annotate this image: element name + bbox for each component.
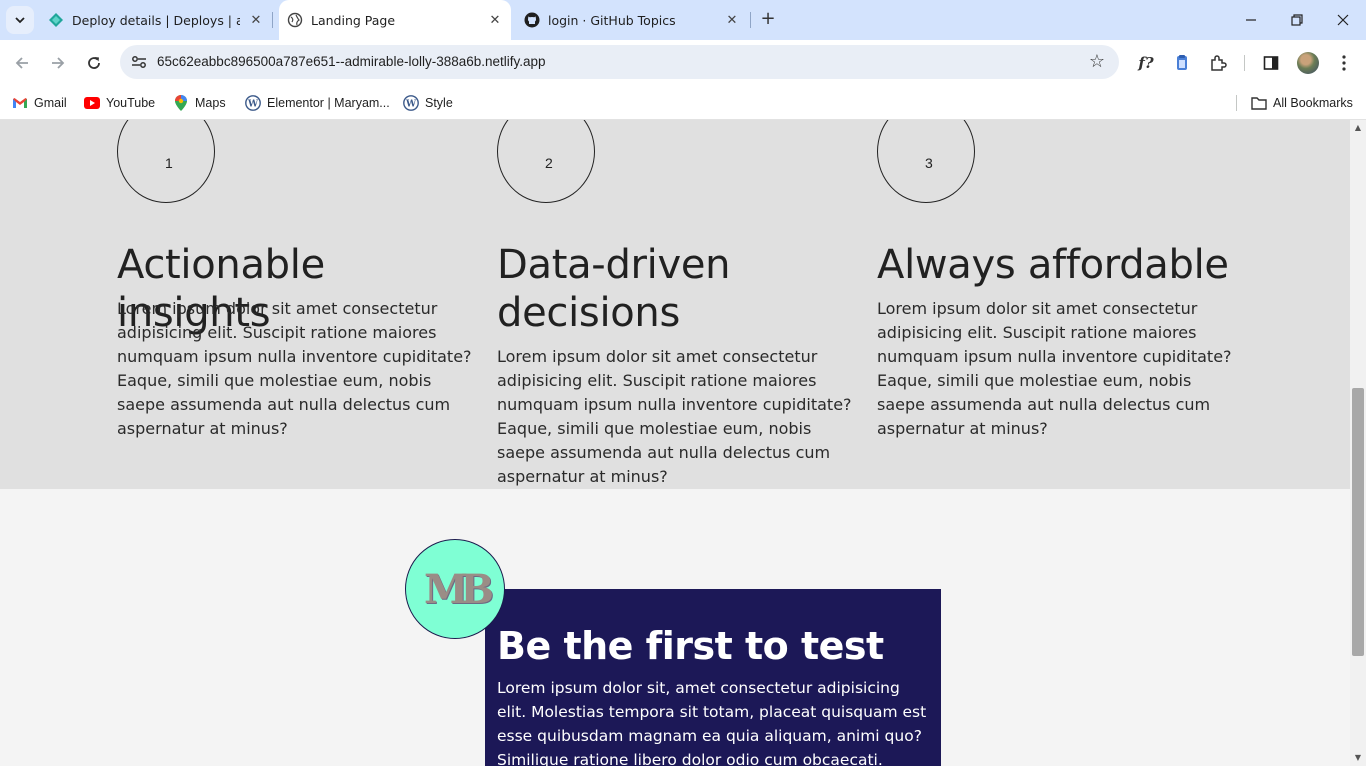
bookmark-label: YouTube xyxy=(106,96,156,110)
step-number: 3 xyxy=(925,155,933,171)
tab-divider xyxy=(272,12,273,28)
restore-button[interactable] xyxy=(1285,8,1309,32)
globe-icon xyxy=(287,12,303,28)
step-number: 2 xyxy=(545,155,553,171)
close-icon xyxy=(1337,14,1349,26)
reload-icon xyxy=(88,57,100,69)
scroll-down-arrow-icon[interactable]: ▼ xyxy=(1354,754,1362,762)
logo-text: MB xyxy=(423,565,494,613)
close-icon[interactable]: ✕ xyxy=(487,12,503,28)
feature-text: Lorem ipsum dolor sit amet consectetur a… xyxy=(497,347,852,486)
wordpress-icon: W xyxy=(245,95,261,111)
features-section: 1 Actionable insights Lorem ipsum dolor … xyxy=(0,120,1350,489)
bookmark-elementor[interactable]: W Elementor | Maryam... xyxy=(245,93,390,113)
new-tab-button[interactable]: + xyxy=(758,10,778,30)
scroll-thumb[interactable] xyxy=(1352,388,1364,656)
github-icon xyxy=(524,12,540,28)
bookmarks-bar: Gmail YouTube Maps W Elementor | Maryam.… xyxy=(0,86,1366,120)
tab-title: Deploy details | Deploys | admi xyxy=(72,12,240,28)
plus-icon: + xyxy=(760,8,776,29)
restore-icon xyxy=(1291,14,1303,26)
svg-text:W: W xyxy=(247,100,259,110)
tab-github-topics[interactable]: login · GitHub Topics ✕ xyxy=(516,0,748,40)
tab-title: login · GitHub Topics xyxy=(548,12,676,28)
chevron-down-icon xyxy=(15,17,25,24)
formula-extension-icon[interactable]: f? xyxy=(1135,52,1157,74)
site-info-icon[interactable] xyxy=(130,53,148,71)
minimize-button[interactable] xyxy=(1239,8,1263,32)
youtube-icon xyxy=(84,95,100,111)
reload-button[interactable] xyxy=(83,52,105,74)
svg-text:W: W xyxy=(405,100,417,110)
scroll-up-arrow-icon[interactable]: ▲ xyxy=(1354,124,1362,132)
clipboard-extension-icon[interactable] xyxy=(1171,52,1193,74)
bookmark-label: Maps xyxy=(195,96,226,110)
arrow-right-icon xyxy=(52,57,65,69)
cta-text: Lorem ipsum dolor sit, amet consectetur … xyxy=(497,679,927,766)
folder-icon xyxy=(1251,95,1267,111)
page-scrollbar[interactable]: ▲ ▼ xyxy=(1350,120,1366,766)
tab-search-button[interactable] xyxy=(6,6,34,34)
all-bookmarks-button[interactable]: All Bookmarks xyxy=(1251,93,1353,113)
close-icon[interactable]: ✕ xyxy=(248,12,264,28)
profile-avatar[interactable] xyxy=(1297,52,1319,74)
tab-deploy-details[interactable]: Deploy details | Deploys | admi ✕ xyxy=(40,0,272,40)
wordpress-icon: W xyxy=(403,95,419,111)
address-bar[interactable]: 65c62eabbc896500a787e651--admirable-loll… xyxy=(120,45,1119,79)
side-panel-icon[interactable] xyxy=(1260,52,1282,74)
arrow-left-icon xyxy=(15,57,28,69)
bookmark-label: All Bookmarks xyxy=(1273,96,1353,110)
bookmarks-divider xyxy=(1236,95,1237,111)
browser-toolbar: 65c62eabbc896500a787e651--admirable-loll… xyxy=(0,40,1366,86)
close-icon[interactable]: ✕ xyxy=(724,12,740,28)
feature-text: Lorem ipsum dolor sit amet consectetur a… xyxy=(117,299,472,438)
bookmark-label: Gmail xyxy=(34,96,67,110)
url-text[interactable]: 65c62eabbc896500a787e651--admirable-loll… xyxy=(157,54,546,69)
tab-strip: Deploy details | Deploys | admi ✕ Landin… xyxy=(0,0,1366,40)
cta-title: Be the first to test xyxy=(497,624,884,668)
gmail-icon xyxy=(12,95,28,111)
feature-title: Data-driven decisions xyxy=(497,242,731,336)
bookmark-youtube[interactable]: YouTube xyxy=(84,93,155,113)
forward-button[interactable] xyxy=(47,52,69,74)
bookmark-gmail[interactable]: Gmail xyxy=(12,93,67,113)
star-icon[interactable]: ☆ xyxy=(1087,52,1107,72)
feature-title: Always affordable xyxy=(877,242,1229,288)
cta-panel: Be the first to test Lorem ipsum dolor s… xyxy=(485,589,941,766)
bookmark-label: Style xyxy=(425,96,453,110)
toolbar-divider xyxy=(1244,55,1245,71)
tab-landing-page[interactable]: Landing Page ✕ xyxy=(279,0,511,40)
tab-divider xyxy=(750,12,751,28)
bookmark-style[interactable]: W Style xyxy=(403,93,453,113)
extensions-puzzle-icon[interactable] xyxy=(1207,52,1229,74)
step-number: 1 xyxy=(165,155,173,171)
netlify-icon xyxy=(49,13,63,27)
close-window-button[interactable] xyxy=(1331,8,1355,32)
bookmark-label: Elementor | Maryam... xyxy=(267,96,390,110)
back-button[interactable] xyxy=(11,52,33,74)
brand-logo[interactable]: MB xyxy=(405,539,505,639)
maps-icon xyxy=(173,95,189,111)
minimize-icon xyxy=(1246,19,1256,21)
menu-kebab-icon[interactable] xyxy=(1333,52,1355,74)
tab-title: Landing Page xyxy=(311,12,396,28)
page-viewport: 1 Actionable insights Lorem ipsum dolor … xyxy=(0,120,1350,766)
bookmark-maps[interactable]: Maps xyxy=(173,93,226,113)
feature-text: Lorem ipsum dolor sit amet consectetur a… xyxy=(877,299,1232,438)
